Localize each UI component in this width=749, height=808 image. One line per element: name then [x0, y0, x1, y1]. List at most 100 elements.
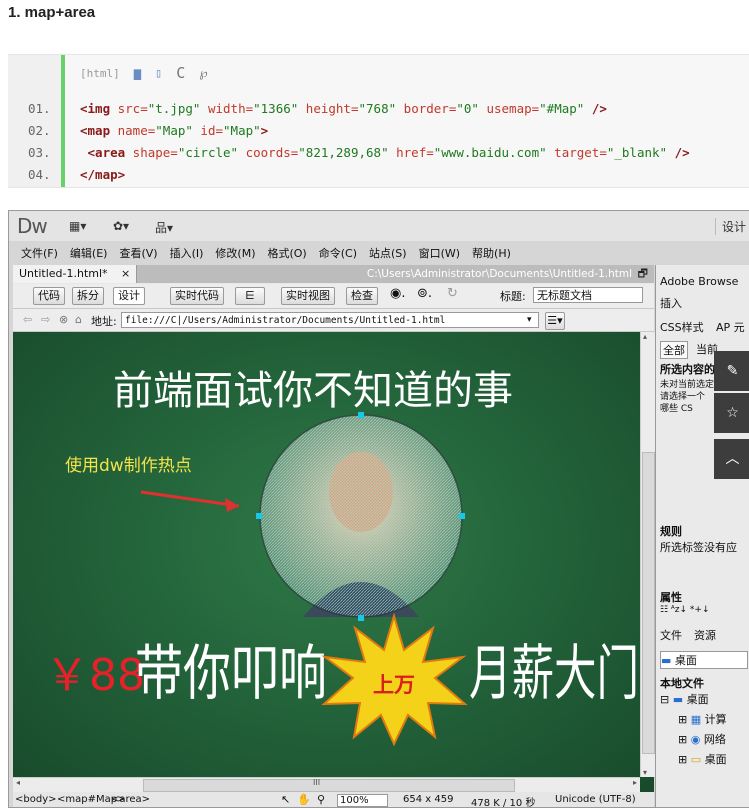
scroll-right-icon[interactable]: ▸ [633, 778, 637, 787]
menu-window[interactable]: 窗口(W) [419, 245, 460, 261]
star-icon[interactable]: ☆ [714, 393, 749, 433]
tree-item-desktop[interactable]: ⊟ ▬ 桌面 [660, 691, 709, 707]
code-token: src= [110, 101, 148, 116]
code-line: 01. <img src="t.jpg" width="1366" height=… [8, 98, 749, 120]
download-size: 478 K / 10 秒 [471, 798, 536, 808]
menu-view[interactable]: 查看(V) [119, 245, 157, 261]
tag-body[interactable]: <body> [15, 794, 57, 805]
tree-item-desktop-folder[interactable]: ⊞ ▭ 桌面 [678, 751, 727, 767]
line-number: 01. [28, 101, 51, 116]
status-bar: <body> <map#Map> <area> ↖ ✋ ⚲ 100% 654 x… [13, 792, 654, 808]
address-label: 地址: [91, 315, 117, 328]
hotspot-handle-top[interactable] [358, 412, 364, 418]
selection-text-3: 哪些 CS [660, 404, 693, 414]
close-icon[interactable]: × [121, 267, 130, 280]
browser-preview-icon[interactable]: ◉. [390, 286, 405, 301]
menu-insert[interactable]: 插入(I) [170, 245, 204, 261]
hand-tool-icon[interactable]: ✋ [297, 793, 311, 806]
tree-item-network[interactable]: ⊞ ◉ 网络 [678, 731, 726, 747]
layout-menu-icon[interactable]: ▦▾ [69, 219, 86, 233]
scroll-down-icon[interactable]: ▾ [643, 768, 647, 777]
line-code: <map name="Map" id="Map"> [80, 120, 268, 142]
browser-options-icon[interactable]: ☰▾ [545, 312, 565, 330]
horizontal-scroll-thumb[interactable] [143, 779, 515, 792]
scroll-up-icon[interactable]: ▴ [643, 332, 647, 341]
code-token: /> [667, 145, 690, 160]
zoom-select[interactable]: 100% [337, 794, 388, 807]
address-bar: ⇦ ⇨ ⊗ ⌂ 地址: file:///C|/Users/Administrat… [13, 309, 654, 332]
site-menu-icon[interactable]: 品▾ [155, 219, 173, 236]
encoding: Unicode (UTF-8) [555, 794, 636, 805]
chevron-up-icon[interactable]: ︿ [714, 439, 749, 479]
hotspot-handle-bottom[interactable] [358, 615, 364, 621]
assets-tab[interactable]: 资源 [694, 627, 716, 643]
menu-file[interactable]: 文件(F) [21, 245, 58, 261]
files-tab[interactable]: 文件 [660, 627, 682, 643]
hotspot-area[interactable] [259, 414, 463, 618]
insert-panel-tab[interactable]: 插入 [660, 295, 682, 311]
design-canvas[interactable]: 前端面试你不知道的事 使用dw制作热点 ￥88 带你叩响 上万 月薪大门 [13, 332, 654, 792]
restore-icon[interactable]: 🗗 [638, 265, 648, 283]
menu-bar: 文件(F) 编辑(E) 查看(V) 插入(I) 修改(M) 格式(O) 命令(C… [9, 243, 749, 263]
menu-commands[interactable]: 命令(C) [319, 245, 357, 261]
tree-item-computer[interactable]: ⊞ ▦ 计算 [678, 711, 727, 727]
visual-aids-icon[interactable]: ⊚. [417, 286, 432, 301]
hotspot-handle-left[interactable] [256, 513, 262, 519]
menu-format[interactable]: 格式(O) [267, 245, 306, 261]
menu-help[interactable]: 帮助(H) [472, 245, 511, 261]
address-dropdown-icon[interactable]: ▾ [527, 315, 532, 325]
workspace-switcher[interactable]: 设计 [714, 218, 746, 235]
ap-elements-tab[interactable]: AP 元 [716, 319, 745, 335]
line-number: 04. [28, 167, 51, 182]
code-token: /> [584, 101, 607, 116]
menu-modify[interactable]: 修改(M) [215, 245, 255, 261]
fork-icon[interactable]: ℘ [199, 66, 207, 80]
code-line: 03. <area shape="circle" coords="821,289… [8, 142, 749, 164]
location-select[interactable]: ▬ 桌面 [660, 651, 748, 669]
horizontal-scrollbar[interactable]: ◂ III ▸ [13, 777, 640, 792]
vertical-scroll-thumb[interactable] [642, 452, 655, 754]
extend-menu-icon[interactable]: ✿▾ [113, 219, 129, 233]
pencil-icon[interactable]: ✎ [714, 351, 749, 391]
tree-label: 计算 [704, 713, 727, 726]
inspect-button[interactable]: 检查 [346, 287, 378, 305]
document-tab-row: Untitled-1.html* × C:\Users\Administrato… [13, 265, 654, 283]
canvas-hint: 使用dw制作热点 [65, 455, 192, 476]
menu-edit[interactable]: 编辑(E) [70, 245, 108, 261]
stop-icon[interactable]: ⊗ [59, 313, 68, 326]
hint-arrow [140, 490, 240, 508]
window-size[interactable]: 654 x 459 [403, 794, 453, 805]
zoom-tool-icon[interactable]: ⚲ [317, 793, 325, 806]
back-icon[interactable]: ⇦ [23, 313, 32, 326]
scroll-left-icon[interactable]: ◂ [16, 778, 20, 787]
css-styles-tab[interactable]: CSS样式 [660, 319, 704, 335]
copy-icon[interactable]: ▯ [155, 66, 162, 80]
code-block: [html] ▆ ▯ C ℘ 01. <img src="t.jpg" width… [8, 54, 749, 188]
code-token: "www.baidu.com" [433, 145, 547, 160]
hint-arrow-head [225, 498, 239, 512]
design-view-button[interactable]: 设计 [113, 287, 145, 305]
vertical-scrollbar[interactable]: ▴ ▾ [640, 332, 655, 777]
refresh-icon[interactable]: ↻ [447, 286, 458, 301]
code-token: "t.jpg" [147, 101, 201, 116]
forward-icon[interactable]: ⇨ [41, 313, 50, 326]
view-plain-icon[interactable]: ▆ [134, 66, 141, 80]
hotspot-handle-right[interactable] [459, 513, 465, 519]
home-icon[interactable]: ⌂ [75, 313, 82, 326]
code-icon[interactable]: C [176, 64, 185, 82]
tag-area[interactable]: <area> [111, 794, 150, 805]
document-tab[interactable]: Untitled-1.html* × [13, 265, 138, 283]
code-view-button[interactable]: 代码 [33, 287, 65, 305]
menu-site[interactable]: 站点(S) [369, 245, 407, 261]
live-code-button[interactable]: 实时代码 [170, 287, 224, 305]
property-view-icons[interactable]: ☷ ᴬz↓ *+↓ [660, 605, 710, 615]
code-token: coords= [238, 145, 299, 160]
code-line: 02. <map name="Map" id="Map"> [8, 120, 749, 142]
live-view-button[interactable]: 实时视图 [281, 287, 335, 305]
address-input[interactable]: file:///C|/Users/Administrator/Documents… [121, 312, 539, 328]
select-tool-icon[interactable]: ↖ [281, 793, 290, 806]
title-input[interactable]: 无标题文档 [533, 287, 643, 303]
all-button[interactable]: 全部 [660, 341, 688, 359]
split-view-button[interactable]: 拆分 [72, 287, 104, 305]
inspect-mode-icon[interactable]: ⋿ [235, 287, 265, 305]
